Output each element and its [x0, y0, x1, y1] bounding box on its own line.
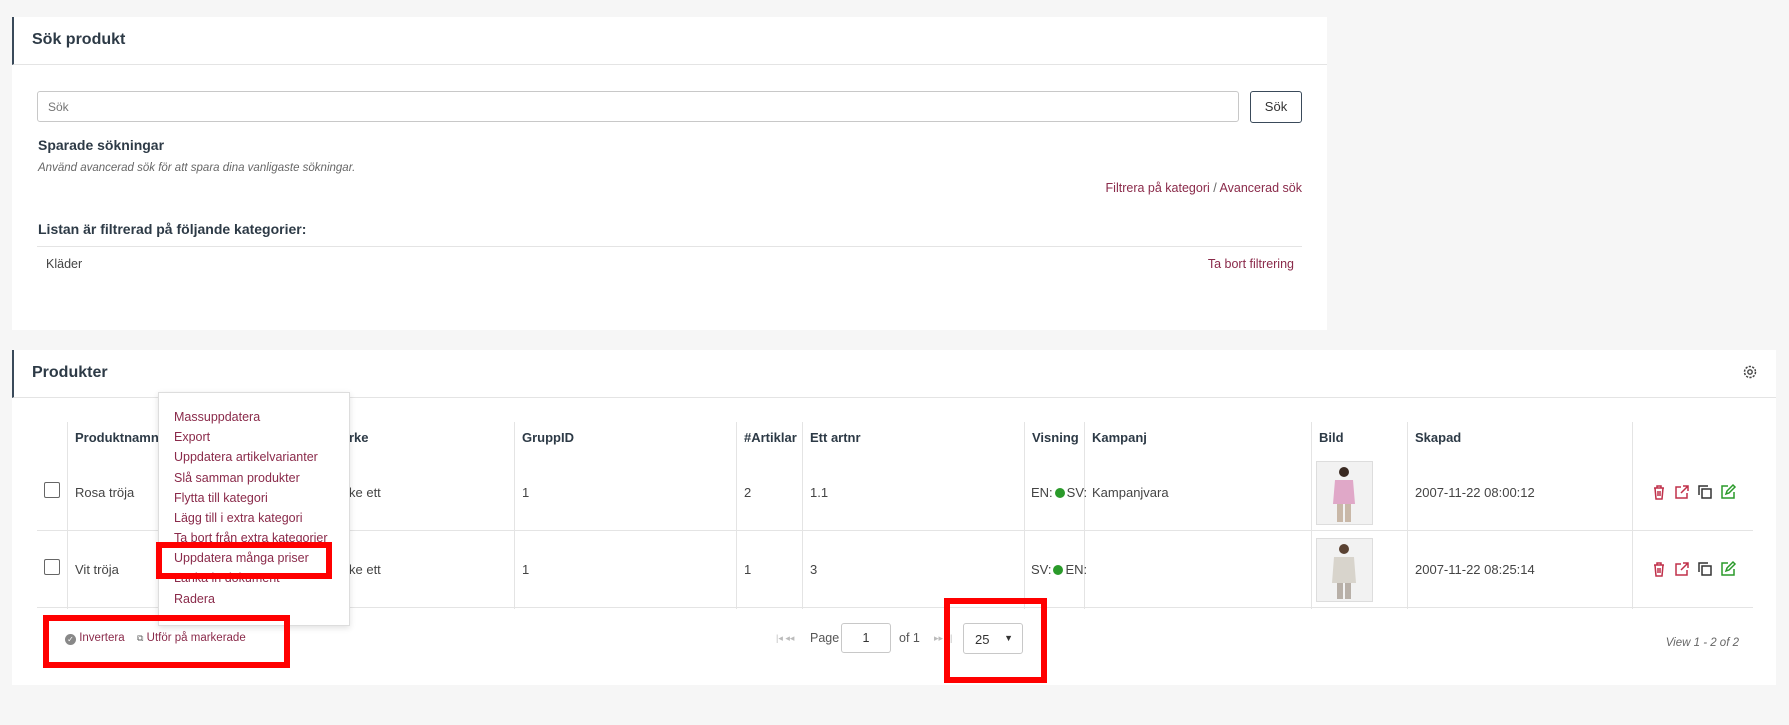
- white-sweater-image: [1317, 539, 1372, 601]
- product-name[interactable]: Vit tröja: [75, 562, 119, 577]
- product-articles: 2: [744, 485, 752, 500]
- product-brand: ke ett: [349, 562, 381, 577]
- status-dot: [1054, 488, 1065, 498]
- product-articles: 1: [744, 562, 752, 577]
- table-col-divider: [67, 422, 68, 609]
- bulk-action-menu: Massuppdatera Export Uppdatera artikelva…: [158, 392, 350, 626]
- products-panel-title: Produkter: [32, 364, 108, 381]
- highlight-page-size: [944, 598, 1047, 683]
- delete-icon[interactable]: [1650, 483, 1668, 501]
- delete-icon[interactable]: [1650, 560, 1668, 578]
- page-label: Page: [810, 631, 840, 645]
- external-link-icon[interactable]: [1673, 560, 1691, 578]
- remove-filter-link[interactable]: Ta bort filtrering: [1208, 257, 1294, 271]
- highlight-footer-actions: [43, 615, 290, 668]
- table-col-divider: [1632, 422, 1633, 609]
- table-col-divider: [736, 422, 737, 609]
- page-number-input[interactable]: [841, 623, 891, 653]
- menu-item-delete[interactable]: Radera: [174, 592, 215, 606]
- filter-category-link[interactable]: Filtrera på kategori: [1106, 181, 1210, 195]
- edit-icon[interactable]: [1719, 483, 1737, 501]
- visibility-lang-b: SV:: [1066, 485, 1088, 500]
- filtered-title: Listan är filtrerad på följande kategori…: [38, 221, 307, 237]
- gear-icon[interactable]: [1742, 364, 1758, 380]
- copy-icon[interactable]: [1696, 560, 1714, 578]
- table-col-divider: [1407, 422, 1408, 609]
- table-col-divider: [514, 422, 515, 609]
- pink-sweater-image: [1317, 462, 1372, 524]
- table-col-divider: [1084, 422, 1085, 609]
- external-link-icon[interactable]: [1673, 483, 1691, 501]
- menu-item-export[interactable]: Export: [174, 430, 210, 444]
- saved-searches-title: Sparade sökningar: [38, 137, 165, 153]
- product-thumbnail[interactable]: [1316, 461, 1373, 525]
- product-visibility: SV: EN:: [1031, 562, 1087, 577]
- col-header-created[interactable]: Skapad: [1415, 430, 1461, 445]
- col-header-visibility[interactable]: Visning: [1032, 430, 1079, 445]
- products-panel-header: Produkter: [12, 350, 1776, 398]
- product-thumbnail[interactable]: [1316, 538, 1373, 602]
- col-header-brand[interactable]: rke: [349, 430, 369, 445]
- menu-item-add-extra-category[interactable]: Lägg till i extra kategori: [174, 511, 303, 525]
- product-name[interactable]: Rosa tröja: [75, 485, 134, 500]
- status-dot: [1053, 565, 1064, 575]
- menu-item-merge-products[interactable]: Slå samman produkter: [174, 471, 300, 485]
- search-panel-header: Sök produkt: [12, 17, 1327, 65]
- saved-searches-hint: Använd avancerad sök för att spara dina …: [38, 162, 356, 174]
- row-checkbox[interactable]: [44, 559, 60, 575]
- product-created: 2007-11-22 08:25:14: [1415, 562, 1535, 577]
- menu-item-move-category[interactable]: Flytta till kategori: [174, 491, 268, 505]
- search-button[interactable]: Sök: [1250, 91, 1302, 123]
- edit-icon[interactable]: [1719, 560, 1737, 578]
- filter-divider: [37, 246, 1302, 247]
- search-panel: Sök produkt Sök Sparade sökningar Använd…: [12, 17, 1327, 330]
- col-header-image[interactable]: Bild: [1319, 430, 1344, 445]
- product-brand: ke ett: [349, 485, 381, 500]
- col-header-artnr[interactable]: Ett artnr: [810, 430, 861, 445]
- first-page-icon[interactable]: |◂ ◂◂: [776, 633, 794, 644]
- product-artnr: 3: [810, 562, 818, 577]
- link-separator: /: [1213, 181, 1217, 195]
- visibility-lang-a: EN:: [1031, 485, 1053, 500]
- table-col-divider: [1024, 422, 1025, 609]
- filtered-category: Kläder: [46, 257, 83, 271]
- product-artnr: 1.1: [810, 485, 829, 500]
- page-of-label: of 1: [899, 631, 920, 645]
- col-header-group[interactable]: GruppID: [522, 430, 574, 445]
- col-header-articles[interactable]: #Artiklar: [744, 430, 797, 445]
- col-header-name[interactable]: Produktnamn: [75, 430, 159, 445]
- advanced-search-link[interactable]: Avancerad sök: [1220, 181, 1302, 195]
- menu-item-mass-update[interactable]: Massuppdatera: [174, 410, 260, 424]
- col-header-campaign[interactable]: Kampanj: [1092, 430, 1147, 445]
- highlight-update-prices: [156, 542, 332, 579]
- visibility-lang-b: EN:: [1065, 562, 1088, 577]
- product-campaign: Kampanjvara: [1092, 485, 1169, 500]
- search-panel-title: Sök produkt: [32, 31, 126, 48]
- table-col-divider: [1311, 422, 1312, 609]
- copy-icon[interactable]: [1696, 483, 1714, 501]
- search-input[interactable]: [37, 91, 1239, 122]
- product-created: 2007-11-22 08:00:12: [1415, 485, 1535, 500]
- visibility-lang-a: SV:: [1031, 562, 1052, 577]
- table-col-divider: [802, 422, 803, 609]
- product-group: 1: [522, 562, 530, 577]
- row-checkbox[interactable]: [44, 482, 60, 498]
- search-links: Filtrera på kategori / Avancerad sök: [1106, 181, 1302, 195]
- menu-item-update-variants[interactable]: Uppdatera artikelvarianter: [174, 450, 318, 464]
- product-group: 1: [522, 485, 530, 500]
- product-visibility: EN: SV:: [1031, 485, 1087, 500]
- view-info: View 1 - 2 of 2: [1665, 637, 1739, 649]
